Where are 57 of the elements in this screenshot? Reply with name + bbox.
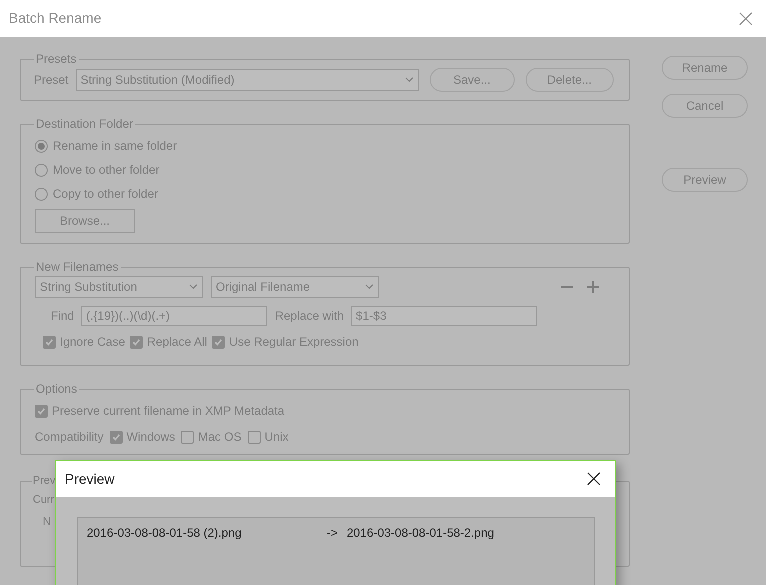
field-label: Replace with	[275, 308, 344, 325]
check-icon	[37, 406, 46, 416]
field-label: Find	[51, 308, 74, 325]
preview-label: Curr	[33, 492, 56, 508]
checkbox[interactable]	[43, 336, 56, 348]
dialog-button[interactable]: Save...	[430, 68, 515, 92]
checkbox-label: Ignore Case	[60, 334, 126, 351]
checkbox-label: Mac OS	[198, 429, 242, 446]
checkbox-label: Replace All	[147, 334, 208, 351]
group-title: New Filenames	[35, 259, 120, 276]
group-title: Prev	[32, 474, 57, 489]
dialog-button[interactable]: Rename	[662, 56, 748, 80]
check-icon	[132, 338, 142, 346]
browse-button[interactable]: Browse...	[35, 209, 135, 233]
caret-icon	[404, 77, 414, 83]
group-title: Options	[35, 381, 78, 398]
dialog-button[interactable]: Cancel	[662, 94, 748, 118]
arrow-text: ->	[327, 525, 340, 542]
check-icon	[45, 338, 54, 346]
checkbox-label: Preserve current filename in XMP Metadata	[52, 403, 285, 420]
original-filename: 2016-03-08-08-01-58 (2).png	[87, 525, 243, 542]
group-title: Destination Folder	[35, 116, 134, 133]
checkbox[interactable]	[212, 336, 226, 348]
checkbox[interactable]	[181, 430, 194, 444]
dropdown[interactable]: String Substitution (Modified)	[76, 69, 419, 91]
check-icon	[214, 338, 224, 346]
check-icon	[112, 432, 121, 442]
radio-label: Rename in same folder	[53, 138, 178, 155]
replace-field[interactable]: $1-$3	[351, 306, 538, 326]
dropdown[interactable]: String Substitution	[35, 276, 203, 298]
caret-icon	[189, 284, 198, 290]
new-filename: 2016-03-08-08-01-58-2.png	[347, 525, 494, 542]
dropdown[interactable]: Original Filename	[211, 276, 379, 298]
checkbox[interactable]	[35, 404, 48, 418]
field-label: Preset	[34, 72, 69, 89]
checkbox-label: Windows	[126, 429, 176, 446]
dialog-title: Preview	[65, 470, 115, 488]
radio-button[interactable]	[35, 164, 48, 176]
dialog-button[interactable]: Preview	[662, 168, 748, 192]
preview-label: N	[43, 515, 52, 530]
checkbox[interactable]	[130, 336, 144, 348]
radio-label: Copy to other folder	[53, 186, 158, 203]
radio-label: Move to other folder	[53, 162, 160, 179]
checkbox-label: Use Regular Expression	[229, 334, 359, 351]
find-field[interactable]: (.{19})(..)(\d)(.+)	[81, 306, 268, 326]
close-icon[interactable]	[587, 472, 601, 486]
window-title: Batch Rename	[9, 9, 102, 28]
checkbox[interactable]	[248, 430, 261, 444]
dialog-button[interactable]: Delete...	[526, 68, 614, 92]
group-title: Presets	[35, 51, 78, 68]
checkbox[interactable]	[110, 430, 123, 444]
checkbox-label: Unix	[264, 429, 289, 446]
caret-icon	[365, 284, 374, 290]
plus-icon[interactable]	[586, 280, 600, 294]
radio-button[interactable]	[35, 188, 48, 200]
field-label: Compatibility	[35, 429, 104, 446]
radio-button[interactable]	[35, 140, 48, 152]
